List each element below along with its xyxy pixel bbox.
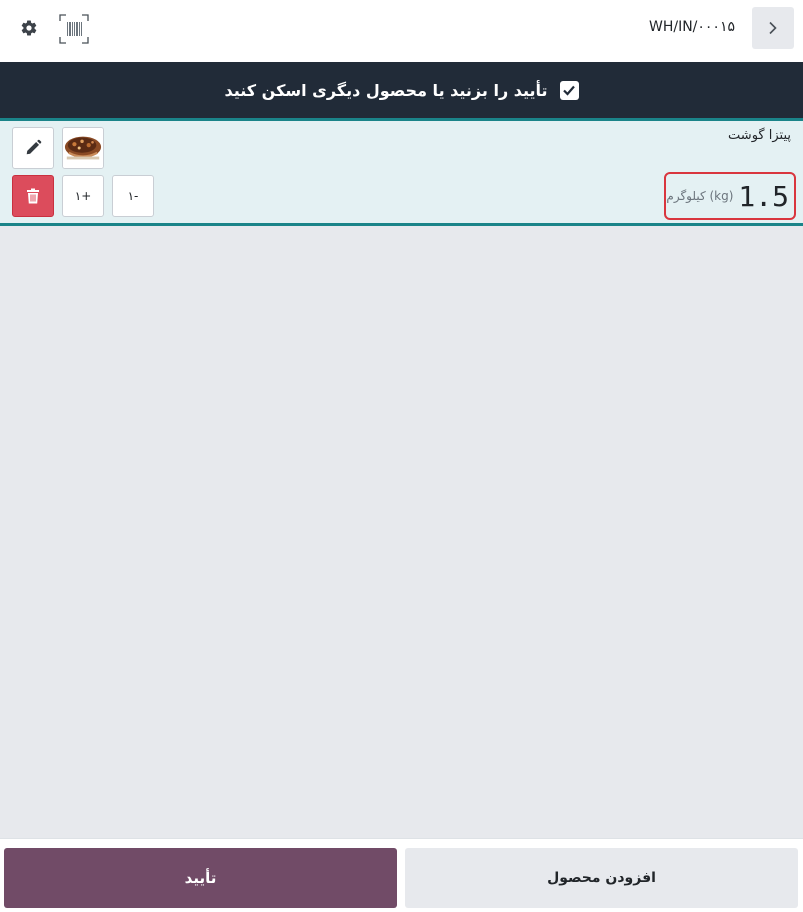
decrement-button[interactable]: ۱- xyxy=(112,175,154,217)
status-banner: تأیید را بزنید یا محصول دیگری اسکن کنید xyxy=(0,62,803,118)
move-line-card[interactable]: پیتزا گوشت کیلوگرم (kg) 1.5 ۱+ ۱- xyxy=(0,118,803,226)
delete-button[interactable] xyxy=(12,175,54,217)
quantity-value: 1.5 xyxy=(738,179,789,213)
barcode-scan-button[interactable] xyxy=(59,14,89,44)
product-image[interactable] xyxy=(62,127,104,169)
trash-icon xyxy=(27,188,39,204)
quantity-display[interactable]: کیلوگرم (kg) 1.5 xyxy=(664,172,796,220)
product-name: پیتزا گوشت xyxy=(728,128,791,143)
gear-icon xyxy=(21,20,37,36)
pencil-icon xyxy=(26,139,42,155)
top-bar: WH/IN/۰۰۰۱۵ xyxy=(0,0,803,62)
add-product-button[interactable]: افزودن محصول xyxy=(405,848,798,908)
chevron-right-icon xyxy=(769,21,777,35)
back-button[interactable] xyxy=(752,7,794,49)
edit-button[interactable] xyxy=(12,127,54,169)
uom-label: کیلوگرم (kg) xyxy=(666,189,734,203)
check-icon xyxy=(559,80,579,100)
confirm-button[interactable]: تأیید xyxy=(4,848,397,908)
settings-button[interactable] xyxy=(18,17,40,39)
bottom-bar: تأیید افزودن محصول xyxy=(0,838,803,912)
barcode-scan-icon xyxy=(59,14,89,44)
banner-message: تأیید را بزنید یا محصول دیگری اسکن کنید xyxy=(224,80,548,100)
page-title: WH/IN/۰۰۰۱۵ xyxy=(648,19,735,35)
increment-button[interactable]: ۱+ xyxy=(62,175,104,217)
product-pizza-image xyxy=(63,128,103,168)
